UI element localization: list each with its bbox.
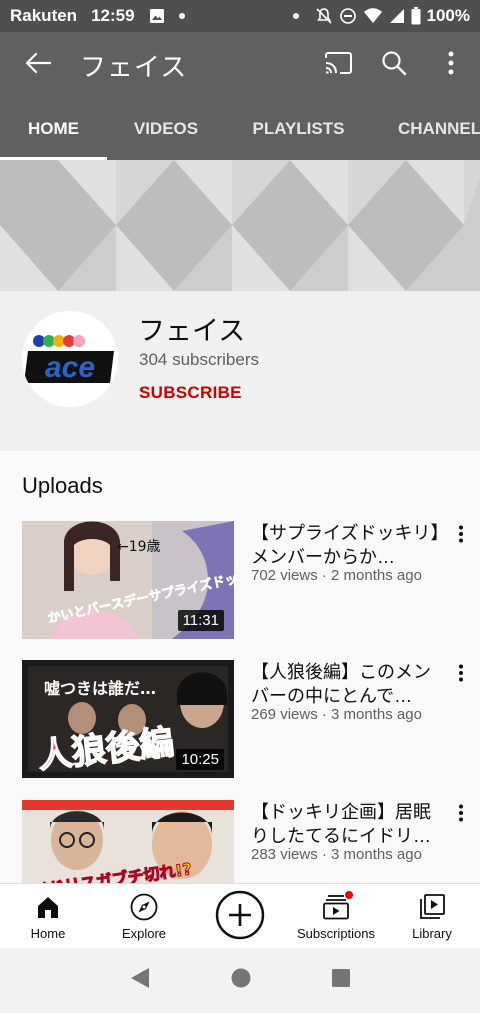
channel-avatar[interactable]: ace [22, 311, 118, 407]
more-vert-icon [458, 804, 464, 827]
notification-dot-icon [292, 13, 299, 19]
channel-tabs: HOME VIDEOS PLAYLISTS CHANNEL [0, 98, 480, 160]
image-notification-icon [149, 8, 165, 24]
video-thumbnail[interactable]: イドリスガブチ切れ!? [22, 800, 234, 883]
subscriber-count: 304 subscribers [139, 350, 260, 369]
notification-dot-icon [178, 13, 185, 19]
uploads-heading[interactable]: Uploads [22, 473, 103, 499]
do-not-disturb-icon [339, 7, 357, 25]
page-title: フェイス [80, 51, 188, 82]
avatar-logo-text: ace [45, 351, 95, 384]
signal-icon [389, 8, 405, 24]
search-icon [381, 50, 407, 81]
status-bar: Rakuten 12:59 100% [0, 0, 480, 32]
nav-library[interactable]: Library [384, 884, 480, 948]
carrier-label: Rakuten [10, 6, 78, 25]
channel-header: ace フェイス 304 subscribers SUBSCRIBE [0, 291, 480, 451]
tab-home[interactable]: HOME [0, 98, 107, 160]
add-circle-icon [215, 890, 265, 943]
channel-name: フェイス [138, 316, 246, 346]
video-title[interactable]: 【ドッキリ企画】居眠りしたてるにイドリ… [251, 800, 441, 848]
tab-videos[interactable]: VIDEOS [107, 98, 225, 160]
app-bar: フェイス [0, 32, 480, 98]
bottom-navigation: Home Explore Subscriptions Library [0, 883, 480, 948]
back-button[interactable] [0, 32, 76, 98]
video-thumbnail[interactable]: ←19歳 かいとバースデーサプライズドッキリ 11:31 [22, 521, 234, 639]
video-more-button[interactable] [450, 660, 472, 690]
video-more-button[interactable] [450, 521, 472, 551]
video-meta: 702 views · 2 months ago [251, 567, 422, 584]
mute-bell-icon [315, 7, 333, 25]
video-duration: 11:31 [177, 610, 224, 631]
video-meta: 283 views · 3 months ago [251, 846, 422, 863]
more-vert-icon [458, 525, 464, 548]
video-item[interactable]: 嘘つきは誰だ… 人狼後編 10:25 【人狼後編】このメンバーの中にとんで… 2… [0, 660, 480, 780]
clock: 12:59 [91, 6, 135, 25]
tab-playlists[interactable]: PLAYLISTS [225, 98, 372, 160]
system-home-icon[interactable] [230, 967, 252, 994]
new-content-badge [344, 890, 354, 900]
video-title[interactable]: 【サプライズドッキリ】メンバーからか… [251, 521, 441, 569]
subscribe-button[interactable]: SUBSCRIBE [139, 383, 242, 403]
tab-channels[interactable]: CHANNEL [372, 98, 480, 160]
library-icon [418, 892, 446, 922]
video-thumbnail[interactable]: 嘘つきは誰だ… 人狼後編 10:25 [22, 660, 234, 778]
nav-label: Explore [121, 926, 167, 941]
search-button[interactable] [366, 32, 422, 98]
battery-icon [411, 7, 421, 25]
tab-label: HOME [28, 119, 79, 138]
back-arrow-icon [25, 52, 52, 79]
nav-label: Home [30, 926, 66, 941]
video-more-button[interactable] [450, 800, 472, 830]
video-item[interactable]: イドリスガブチ切れ!? 【ドッキリ企画】居眠りしたてるにイドリ… 283 vie… [0, 800, 480, 883]
battery-percent: 100% [426, 6, 470, 25]
nav-label: Subscriptions [296, 926, 376, 941]
wifi-icon [363, 7, 383, 25]
nav-home[interactable]: Home [0, 884, 96, 948]
compass-icon [130, 892, 158, 922]
tab-label: VIDEOS [133, 119, 199, 138]
video-meta: 269 views · 3 months ago [251, 706, 422, 723]
video-item[interactable]: ←19歳 かいとバースデーサプライズドッキリ 11:31 【サプライズドッキリ】… [0, 521, 480, 641]
nav-label: Library [412, 926, 452, 941]
nav-create[interactable] [192, 884, 288, 948]
thumbnail-caption: ←19歳 [117, 539, 161, 555]
channel-banner [0, 160, 480, 291]
more-options-button[interactable] [422, 32, 480, 98]
system-back-icon[interactable] [129, 966, 151, 995]
cast-icon [324, 51, 352, 79]
system-recents-icon[interactable] [331, 968, 351, 993]
more-vert-icon [458, 664, 464, 687]
tab-label: PLAYLISTS [252, 119, 345, 138]
video-title[interactable]: 【人狼後編】このメンバーの中にとんで… [251, 660, 441, 708]
video-duration: 10:25 [176, 749, 224, 770]
cast-button[interactable] [310, 32, 366, 98]
home-icon [36, 892, 60, 922]
nav-explore[interactable]: Explore [96, 884, 192, 948]
system-navigation-bar [0, 948, 480, 1013]
more-vert-icon [448, 51, 454, 80]
thumbnail-caption: 嘘つきは誰だ… [44, 679, 156, 698]
tab-label: CHANNEL [398, 119, 480, 138]
nav-subscriptions[interactable]: Subscriptions [288, 884, 384, 948]
